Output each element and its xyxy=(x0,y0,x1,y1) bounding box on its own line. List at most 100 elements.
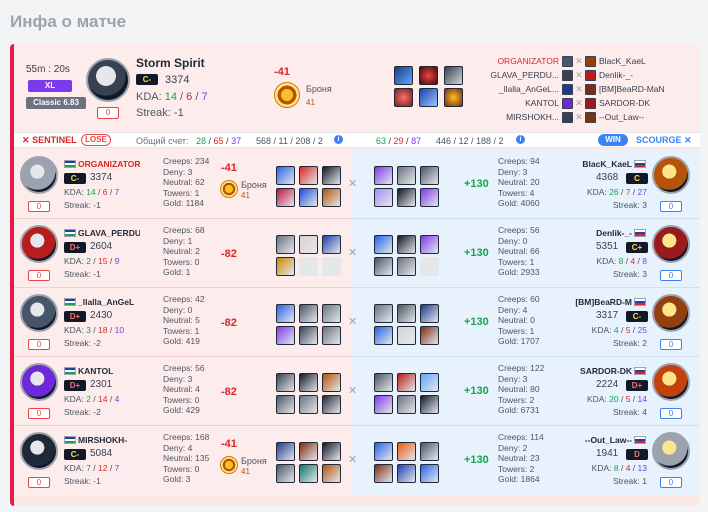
item-icon[interactable] xyxy=(444,66,463,85)
item-icon[interactable] xyxy=(276,166,295,185)
player-avatar[interactable] xyxy=(20,156,58,194)
player-name[interactable]: Denlik-_- xyxy=(560,228,632,238)
item-icon[interactable] xyxy=(299,464,318,483)
player-avatar[interactable] xyxy=(20,363,58,401)
player-name[interactable]: MIRSHOKH- xyxy=(78,435,140,445)
hero-avatar[interactable] xyxy=(86,58,130,102)
item-icon[interactable] xyxy=(374,395,393,414)
item-icon[interactable] xyxy=(420,166,439,185)
item-icon[interactable] xyxy=(374,326,393,345)
item-icon[interactable] xyxy=(397,257,416,276)
item-icon[interactable] xyxy=(322,166,341,185)
item-icon[interactable] xyxy=(397,326,416,345)
player-avatar[interactable] xyxy=(652,363,690,401)
player-avatar[interactable] xyxy=(20,225,58,263)
player-avatar[interactable] xyxy=(652,225,690,263)
versus-right-player[interactable]: BlacK_KaeL xyxy=(596,56,646,66)
item-icon[interactable] xyxy=(322,188,341,207)
deny: Deny: 3 xyxy=(498,166,528,177)
item-icon[interactable] xyxy=(299,373,318,392)
player-name[interactable]: [BM]BeaRD-M xyxy=(560,297,632,307)
kda-label: KDA: xyxy=(136,91,162,103)
item-icon[interactable] xyxy=(374,257,393,276)
item-icon[interactable] xyxy=(276,395,295,414)
player-name[interactable]: _llalla_AnGeL xyxy=(78,297,140,307)
item-icon[interactable] xyxy=(276,235,295,254)
item-icon[interactable] xyxy=(397,166,416,185)
item-icon[interactable] xyxy=(322,464,341,483)
item-icon[interactable] xyxy=(276,464,295,483)
item-icon[interactable] xyxy=(322,442,341,461)
item-icon[interactable] xyxy=(397,235,416,254)
kills: 4 xyxy=(613,325,619,335)
item-icon[interactable] xyxy=(299,326,318,345)
item-icon[interactable] xyxy=(276,304,295,323)
versus-right-player[interactable]: --Out_Law-- xyxy=(596,112,644,122)
player-name[interactable]: BlacK_KaeL xyxy=(560,159,632,169)
item-icon[interactable] xyxy=(276,257,295,276)
item-icon[interactable] xyxy=(276,442,295,461)
item-icon[interactable] xyxy=(322,304,341,323)
info-icon[interactable]: i xyxy=(516,135,525,144)
info-icon[interactable]: i xyxy=(334,135,343,144)
item-icon[interactable] xyxy=(276,373,295,392)
item-icon[interactable] xyxy=(299,166,318,185)
item-icon[interactable] xyxy=(397,373,416,392)
item-icon[interactable] xyxy=(299,304,318,323)
item-icon[interactable] xyxy=(420,304,439,323)
item-icon[interactable] xyxy=(394,66,413,85)
item-icon[interactable] xyxy=(374,166,393,185)
item-icon[interactable] xyxy=(420,464,439,483)
item-icon[interactable] xyxy=(322,373,341,392)
versus-left-player[interactable]: _llalla_AnGeL... xyxy=(478,84,562,94)
item-icon[interactable] xyxy=(397,464,416,483)
player-avatar[interactable] xyxy=(20,294,58,332)
item-icon[interactable] xyxy=(420,326,439,345)
item-icon[interactable] xyxy=(374,442,393,461)
player-avatar[interactable] xyxy=(652,294,690,332)
item-icon[interactable] xyxy=(374,373,393,392)
item-icon[interactable] xyxy=(397,395,416,414)
item-icon[interactable] xyxy=(397,442,416,461)
item-icon[interactable] xyxy=(322,326,341,345)
item-icon[interactable] xyxy=(444,88,463,107)
item-icon[interactable] xyxy=(420,188,439,207)
versus-left-player[interactable]: MIRSHOKH... xyxy=(478,112,562,122)
item-icon[interactable] xyxy=(419,88,438,107)
versus-left-player[interactable]: GLAVA_PERDU... xyxy=(478,70,562,80)
item-icon[interactable] xyxy=(374,464,393,483)
item-icon[interactable] xyxy=(374,188,393,207)
item-icon[interactable] xyxy=(374,304,393,323)
versus-left-player[interactable]: KANTOL xyxy=(478,98,562,108)
player-avatar[interactable] xyxy=(652,432,690,470)
player-name[interactable]: KANTOL xyxy=(78,366,140,376)
player-name[interactable]: --Out_Law-- xyxy=(560,435,632,445)
player-name[interactable]: SARDOR-DK xyxy=(560,366,632,376)
item-icon[interactable] xyxy=(420,373,439,392)
player-name[interactable]: ORGANIZATOR xyxy=(78,159,140,169)
player-avatar[interactable] xyxy=(652,156,690,194)
item-icon[interactable] xyxy=(276,188,295,207)
versus-right-player[interactable]: [BM]BeaRD-MaN xyxy=(596,84,665,94)
versus-left-player[interactable]: ORGANIZATOR xyxy=(478,56,562,66)
item-icon[interactable] xyxy=(420,442,439,461)
item-icon[interactable] xyxy=(299,442,318,461)
item-icon[interactable] xyxy=(299,235,318,254)
item-icon[interactable] xyxy=(397,188,416,207)
item-icon[interactable] xyxy=(299,395,318,414)
item-icon[interactable] xyxy=(299,188,318,207)
versus-right-player[interactable]: Denlik-_- xyxy=(596,70,633,80)
player-name[interactable]: GLAVA_PERDU xyxy=(78,228,140,238)
versus-right-player[interactable]: SARDOR-DK xyxy=(596,98,650,108)
item-icon[interactable] xyxy=(420,395,439,414)
item-icon[interactable] xyxy=(420,235,439,254)
page-title: Инфа о матче xyxy=(10,12,127,31)
item-icon[interactable] xyxy=(374,235,393,254)
player-avatar[interactable] xyxy=(20,432,58,470)
item-icon[interactable] xyxy=(322,235,341,254)
item-icon[interactable] xyxy=(322,395,341,414)
item-icon[interactable] xyxy=(276,326,295,345)
item-icon[interactable] xyxy=(397,304,416,323)
item-icon[interactable] xyxy=(394,88,413,107)
item-icon[interactable] xyxy=(419,66,438,85)
